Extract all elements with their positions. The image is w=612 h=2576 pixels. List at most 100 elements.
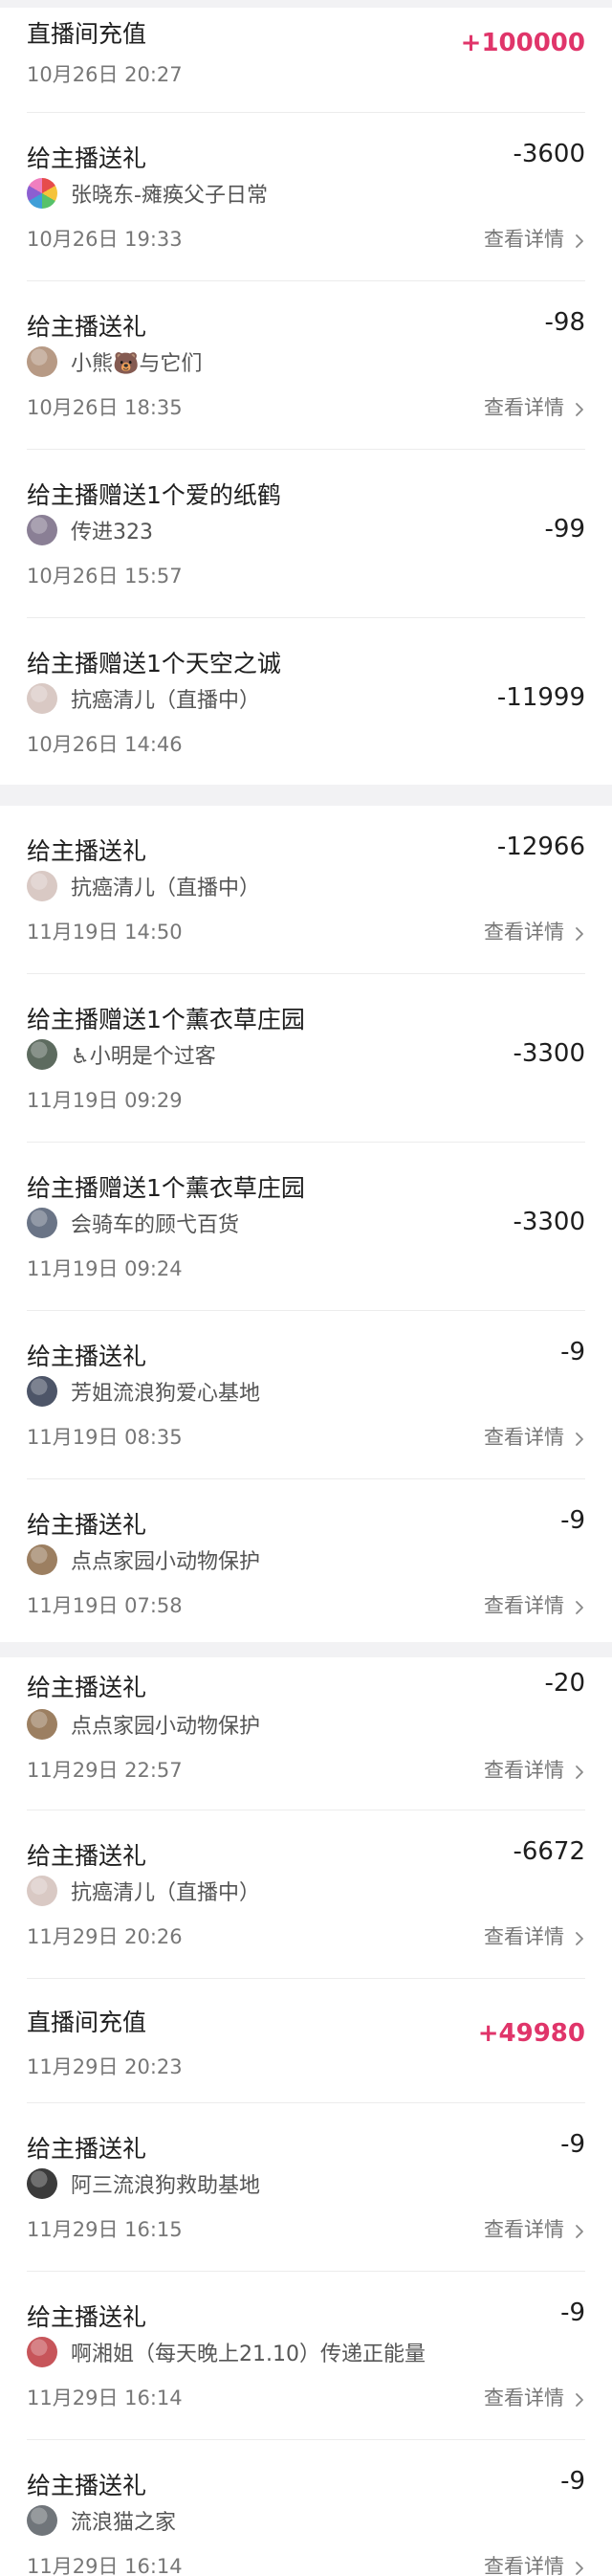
transaction-title: 给主播赠送1个爱的纸鹤 — [27, 481, 281, 509]
streamer-info[interactable]: 点点家园小动物保护 — [27, 1709, 260, 1740]
chevron-right-icon — [572, 2389, 587, 2407]
transaction-amount: -12966 — [496, 833, 585, 861]
streamer-name: 芳姐流浪狗爱心基地 — [71, 1382, 261, 1406]
view-detail-label: 查看详情 — [484, 1426, 564, 1449]
view-detail-label: 查看详情 — [484, 921, 564, 944]
view-detail-label: 查看详情 — [484, 228, 564, 251]
streamer-name: 阿三流浪狗救助基地 — [71, 2174, 261, 2198]
avatar[interactable] — [27, 1376, 57, 1407]
transaction-time: 10月26日 15:57 — [27, 565, 183, 588]
transaction-amount: +100000 — [460, 29, 585, 57]
chevron-right-icon — [572, 399, 587, 416]
avatar[interactable] — [27, 2337, 57, 2367]
streamer-info[interactable]: 抗癌清儿（直播中） — [27, 683, 260, 714]
view-detail-link[interactable]: 查看详情 — [484, 917, 587, 945]
streamer-info[interactable]: 会骑车的顾弋百货 — [27, 1208, 239, 1238]
transaction-row: 给主播送礼 -98 小熊🐻与它们 10月26日 18:35 查看详情 — [0, 281, 612, 450]
streamer-name: 啊湘姐（每天晚上21.10）传递正能量 — [71, 2343, 426, 2366]
transaction-amount: -9 — [560, 2467, 585, 2496]
avatar[interactable] — [27, 1709, 57, 1740]
transaction-row: 给主播送礼 -12966 抗癌清儿（直播中） 11月19日 14:50 查看详情 — [0, 806, 612, 974]
transaction-row: 给主播赠送1个爱的纸鹤 -99 传进323 10月26日 15:57 — [0, 450, 612, 618]
streamer-info[interactable]: 芳姐流浪狗爱心基地 — [27, 1376, 260, 1407]
view-detail-link[interactable]: 查看详情 — [484, 2214, 587, 2243]
streamer-info[interactable]: 啊湘姐（每天晚上21.10）传递正能量 — [27, 2337, 426, 2367]
view-detail-label: 查看详情 — [484, 396, 564, 419]
view-detail-link[interactable]: 查看详情 — [484, 2551, 587, 2576]
streamer-name: 流浪猫之家 — [71, 2511, 177, 2535]
transaction-time: 11月29日 16:15 — [27, 2218, 183, 2241]
transaction-title: 给主播送礼 — [27, 144, 147, 172]
transaction-row: 给主播送礼 -20 点点家园小动物保护 11月29日 22:57 查看详情 — [0, 1657, 612, 1810]
streamer-name: ♿小明是个过客 — [71, 1045, 216, 1069]
transaction-row: 给主播赠送1个薰衣草庄园 -3300 会骑车的顾弋百货 11月19日 09:24 — [0, 1143, 612, 1311]
transaction-title: 给主播送礼 — [27, 1842, 147, 1870]
transaction-amount: -3300 — [513, 1208, 585, 1236]
avatar[interactable] — [27, 1039, 57, 1070]
transaction-row: 给主播送礼 -9 阿三流浪狗救助基地 11月29日 16:15 查看详情 — [0, 2103, 612, 2272]
avatar[interactable] — [27, 1208, 57, 1238]
transaction-title: 给主播送礼 — [27, 2135, 147, 2163]
transaction-amount: -6672 — [513, 1837, 585, 1866]
view-detail-label: 查看详情 — [484, 1759, 564, 1782]
view-detail-label: 查看详情 — [484, 2555, 564, 2576]
transaction-time: 11月29日 20:23 — [27, 2055, 183, 2078]
view-detail-link[interactable]: 查看详情 — [484, 1755, 587, 1784]
transaction-row: 给主播送礼 -9 啊湘姐（每天晚上21.10）传递正能量 11月29日 16:14 查看… — [0, 2272, 612, 2440]
streamer-name: 点点家园小动物保护 — [71, 1715, 261, 1739]
transaction-amount: -20 — [544, 1669, 585, 1698]
streamer-info[interactable]: 抗癌清儿（直播中） — [27, 871, 260, 901]
transaction-row: 给主播送礼 -9 流浪猫之家 11月29日 16:14 查看详情 — [0, 2440, 612, 2576]
avatar[interactable] — [27, 2505, 57, 2536]
transaction-title: 直播间充值 — [27, 20, 147, 48]
streamer-info[interactable]: ♿小明是个过客 — [27, 1039, 216, 1070]
avatar[interactable] — [27, 515, 57, 545]
transaction-amount: -11999 — [496, 683, 585, 712]
avatar[interactable] — [27, 1876, 57, 1906]
transaction-title: 给主播送礼 — [27, 2303, 147, 2331]
transaction-amount: -3300 — [513, 1039, 585, 1068]
view-detail-link[interactable]: 查看详情 — [484, 224, 587, 253]
streamer-info[interactable]: 抗癌清儿（直播中） — [27, 1876, 260, 1906]
avatar[interactable] — [27, 346, 57, 377]
streamer-info[interactable]: 点点家园小动物保护 — [27, 1544, 260, 1575]
view-detail-link[interactable]: 查看详情 — [484, 1590, 587, 1619]
avatar[interactable] — [27, 871, 57, 901]
streamer-info[interactable]: 流浪猫之家 — [27, 2505, 176, 2536]
view-detail-label: 查看详情 — [484, 2218, 564, 2241]
view-detail-label: 查看详情 — [484, 2387, 564, 2409]
transaction-title: 给主播送礼 — [27, 1343, 147, 1370]
section-gap-1 — [0, 785, 612, 806]
streamer-name: 点点家园小动物保护 — [71, 1550, 261, 1574]
transaction-amount: +49980 — [477, 2019, 585, 2048]
avatar[interactable] — [27, 1544, 57, 1575]
view-detail-link[interactable]: 查看详情 — [484, 1921, 587, 1950]
avatar[interactable] — [27, 2168, 57, 2199]
streamer-info[interactable]: 小熊🐻与它们 — [27, 346, 202, 377]
section-gap-top — [0, 0, 612, 8]
streamer-name: 传进323 — [71, 521, 153, 544]
transaction-row: 给主播赠送1个天空之诚 -11999 抗癌清儿（直播中） 10月26日 14:46 — [0, 618, 612, 785]
flower-avatar-icon[interactable] — [27, 178, 57, 209]
streamer-info[interactable]: 张晓东-瘫痪父子日常 — [27, 178, 268, 209]
transaction-row: 给主播送礼 -9 点点家园小动物保护 11月19日 07:58 查看详情 — [0, 1479, 612, 1642]
view-detail-label: 查看详情 — [484, 1594, 564, 1617]
transaction-title: 给主播赠送1个天空之诚 — [27, 650, 281, 677]
chevron-right-icon — [572, 923, 587, 941]
streamer-name: 张晓东-瘫痪父子日常 — [71, 184, 268, 208]
transaction-amount: -99 — [544, 515, 585, 544]
chevron-right-icon — [572, 2558, 587, 2575]
streamer-name: 抗癌清儿（直播中） — [71, 689, 261, 713]
transaction-title: 给主播送礼 — [27, 2472, 147, 2499]
avatar[interactable] — [27, 683, 57, 714]
transaction-amount: -9 — [560, 2130, 585, 2159]
transaction-time: 11月29日 20:26 — [27, 1925, 183, 1948]
transaction-title: 给主播赠送1个薰衣草庄园 — [27, 1174, 305, 1202]
view-detail-link[interactable]: 查看详情 — [484, 2383, 587, 2411]
transaction-amount: -9 — [560, 1506, 585, 1535]
view-detail-link[interactable]: 查看详情 — [484, 1422, 587, 1451]
streamer-info[interactable]: 传进323 — [27, 515, 153, 545]
view-detail-link[interactable]: 查看详情 — [484, 392, 587, 421]
streamer-name: 会骑车的顾弋百货 — [71, 1213, 240, 1237]
streamer-info[interactable]: 阿三流浪狗救助基地 — [27, 2168, 260, 2199]
